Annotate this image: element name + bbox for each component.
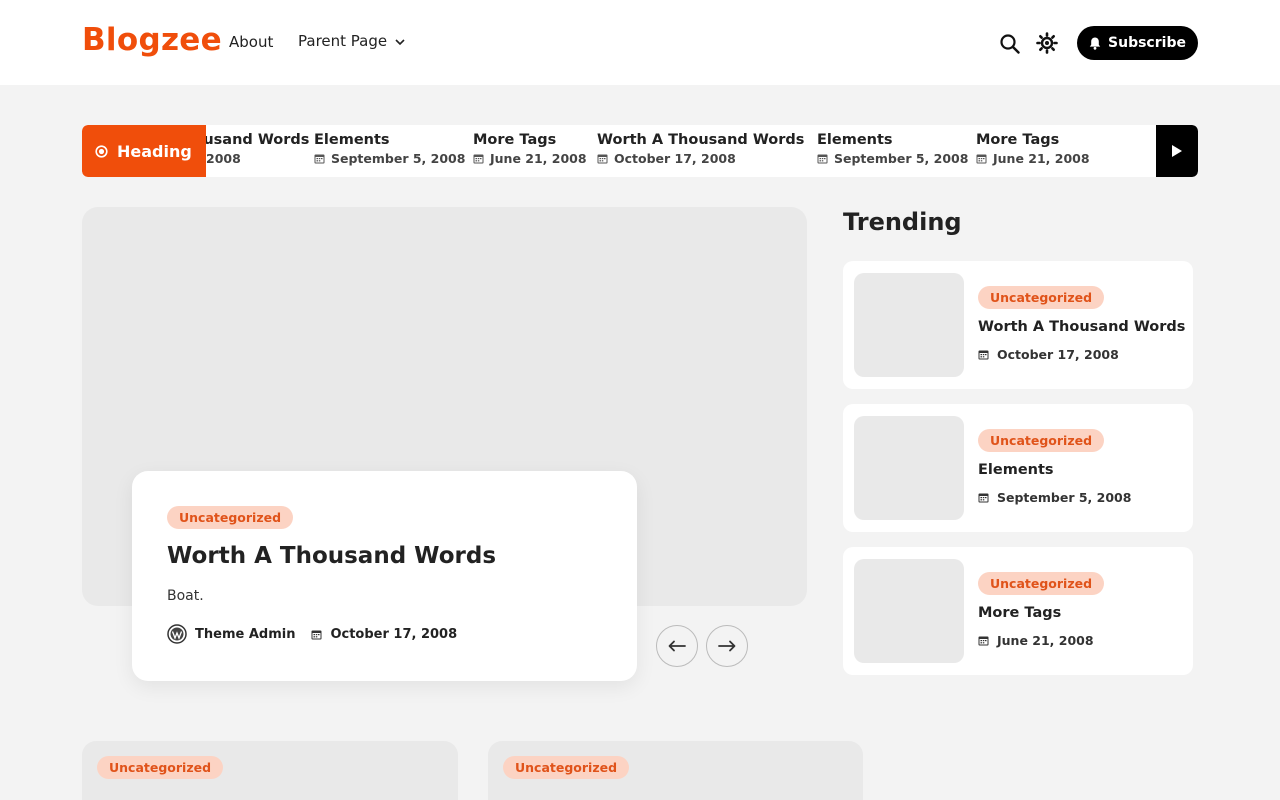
bell-icon <box>1089 37 1101 50</box>
nav-item-parent-page[interactable]: Parent Page <box>298 32 405 50</box>
category-badge[interactable]: Uncategorized <box>97 756 224 779</box>
wordpress-icon <box>167 624 187 644</box>
subscribe-button[interactable]: Subscribe <box>1077 26 1198 60</box>
site-logo[interactable]: Blogzee <box>82 22 222 58</box>
trending-title[interactable]: Elements <box>978 462 1054 478</box>
ticker-badge-label: Heading <box>117 141 192 161</box>
calendar-icon <box>978 350 989 360</box>
category-badge[interactable]: Uncategorized <box>167 506 294 529</box>
trending-date: June 21, 2008 <box>978 633 1094 648</box>
site-header: Blogzee About Parent Page Subscribe <box>0 0 1280 85</box>
ticker-item[interactable]: More Tags June 21, 2008 <box>473 132 587 166</box>
arrow-right-icon <box>718 640 736 652</box>
ticker-item-date: June 21, 2008 <box>473 151 587 166</box>
search-button[interactable] <box>999 33 1021 55</box>
ticker-item[interactable]: Elements September 5, 2008 <box>817 132 968 166</box>
calendar-icon <box>314 154 325 164</box>
calendar-icon <box>978 493 989 503</box>
trending-item: Uncategorized More Tags June 21, 2008 <box>843 547 1193 675</box>
play-icon <box>1172 145 1182 157</box>
news-ticker: Heading Worth A Thousand Words October 1… <box>82 125 1198 177</box>
trending-date: October 17, 2008 <box>978 347 1119 362</box>
category-badge[interactable]: Uncategorized <box>978 572 1105 595</box>
author-name: Theme Admin <box>195 626 296 642</box>
ticker-item[interactable]: More Tags June 21, 2008 <box>976 132 1090 166</box>
slider-next-button[interactable] <box>706 625 748 667</box>
calendar-icon <box>978 636 989 646</box>
ticker-item-date: September 5, 2008 <box>817 151 968 166</box>
ticker-item[interactable]: Elements September 5, 2008 <box>314 132 465 166</box>
post-date-text: October 17, 2008 <box>330 626 458 642</box>
post-card[interactable]: Uncategorized <box>82 741 458 800</box>
hero-title[interactable]: Worth A Thousand Words <box>167 543 496 569</box>
ticker-play-button[interactable] <box>1156 125 1198 177</box>
ticker-item-title: Elements <box>314 132 390 148</box>
nav-item-about[interactable]: About <box>229 33 273 51</box>
calendar-icon <box>597 154 608 164</box>
hero-card: Uncategorized Worth A Thousand Words Boa… <box>132 471 637 681</box>
ticker-item-title: More Tags <box>976 132 1060 148</box>
trending-item: Uncategorized Worth A Thousand Words Oct… <box>843 261 1193 389</box>
hero-excerpt: Boat. <box>167 588 204 604</box>
category-badge[interactable]: Uncategorized <box>978 429 1105 452</box>
post-card[interactable]: Uncategorized <box>488 741 863 800</box>
trending-title[interactable]: Worth A Thousand Words <box>978 319 1185 335</box>
trending-title[interactable]: More Tags <box>978 605 1061 621</box>
search-icon <box>1000 34 1020 54</box>
trending-date: September 5, 2008 <box>978 490 1131 505</box>
arrow-left-icon <box>668 640 686 652</box>
calendar-icon <box>311 630 322 639</box>
post-date: October 17, 2008 <box>311 627 457 642</box>
author-link[interactable]: Theme Admin <box>167 624 295 644</box>
trending-thumbnail[interactable] <box>854 273 964 377</box>
ticker-item-date: September 5, 2008 <box>314 151 465 166</box>
hero-meta: Theme Admin October 17, 2008 <box>167 624 457 644</box>
calendar-icon <box>473 154 484 164</box>
chevron-down-icon <box>395 38 405 45</box>
ticker-track: Worth A Thousand Words October 17, 2008 … <box>82 125 1156 177</box>
trending-item: Uncategorized Elements September 5, 2008 <box>843 404 1193 532</box>
ticker-item-title: Worth A Thousand Words <box>597 132 805 148</box>
ticker-item-date: October 17, 2008 <box>597 151 804 166</box>
slider-prev-button[interactable] <box>656 625 698 667</box>
trending-thumbnail[interactable] <box>854 416 964 520</box>
ticker-item-date: June 21, 2008 <box>976 151 1090 166</box>
ticker-item-title: More Tags <box>473 132 557 148</box>
calendar-icon <box>817 154 828 164</box>
subscribe-label: Subscribe <box>1108 35 1186 51</box>
calendar-icon <box>976 154 987 164</box>
trending-thumbnail[interactable] <box>854 559 964 663</box>
ticker-item-title: Elements <box>817 132 893 148</box>
ticker-badge: Heading <box>82 125 206 177</box>
sun-icon <box>1036 32 1058 54</box>
ticker-item[interactable]: Worth A Thousand Words October 17, 2008 <box>597 132 804 166</box>
category-badge[interactable]: Uncategorized <box>978 286 1105 309</box>
radio-dot-icon <box>95 144 108 158</box>
nav-item-label: Parent Page <box>298 32 388 50</box>
trending-heading: Trending <box>843 208 962 236</box>
category-badge[interactable]: Uncategorized <box>503 756 630 779</box>
theme-toggle-button[interactable] <box>1036 32 1058 54</box>
